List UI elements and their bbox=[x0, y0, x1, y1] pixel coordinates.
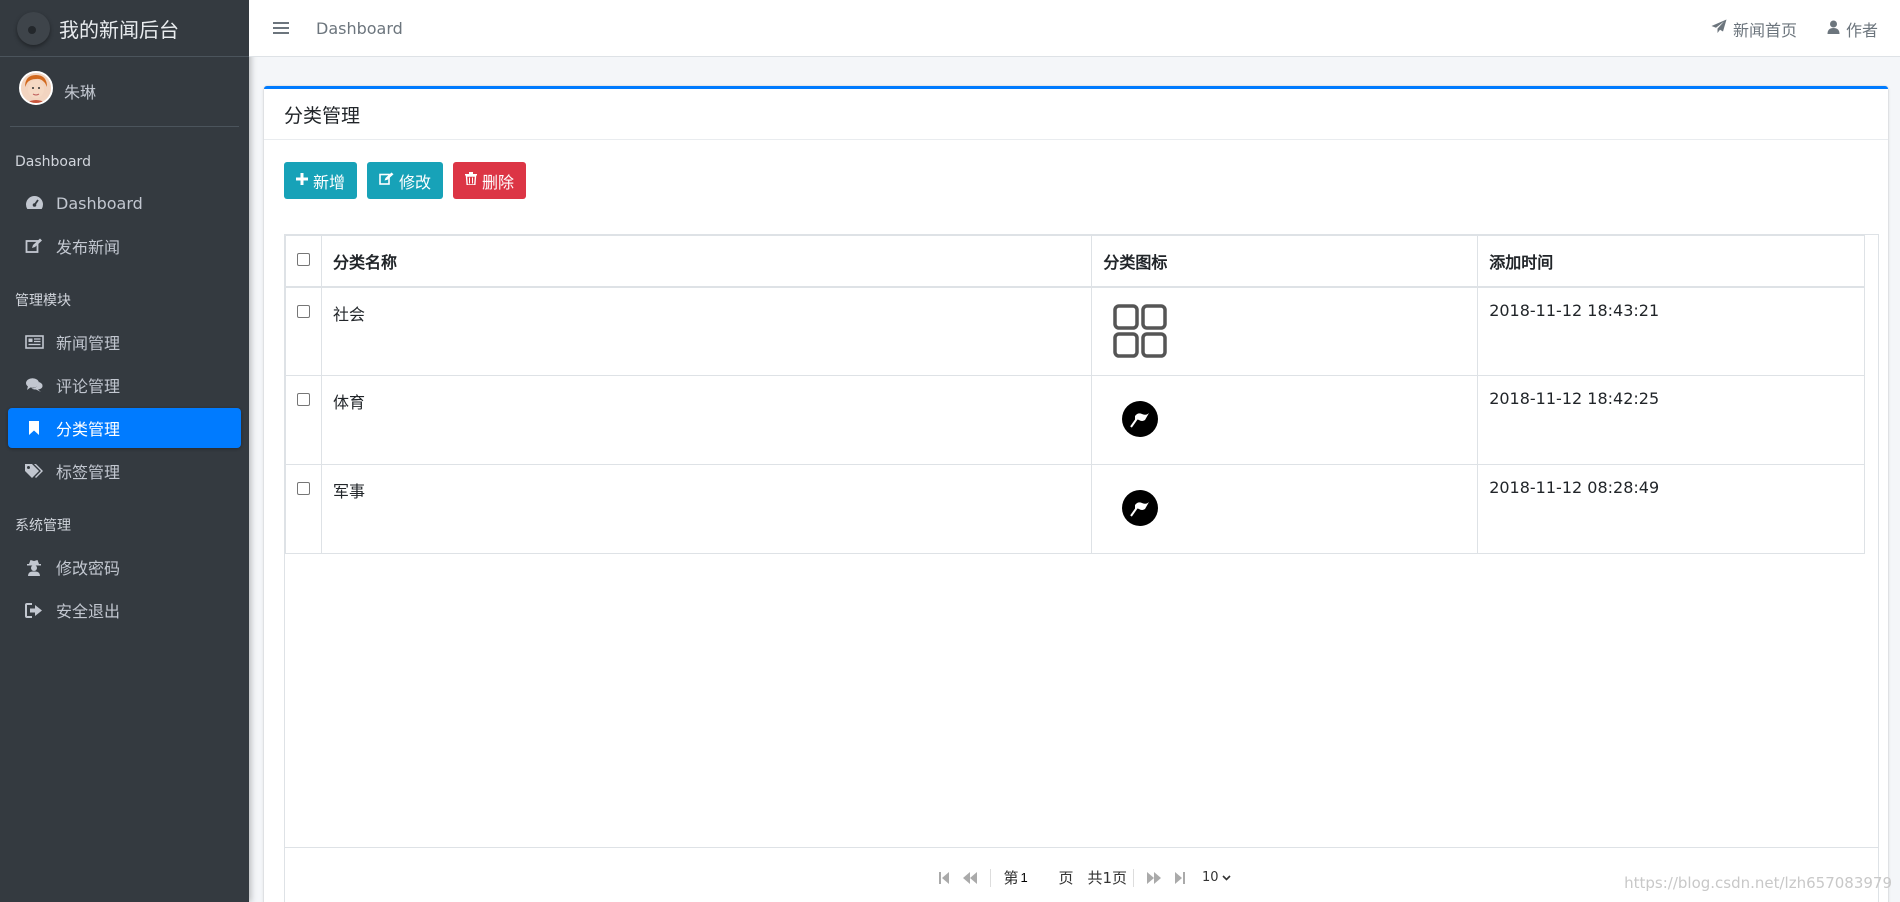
trash-icon bbox=[465, 171, 478, 190]
category-card: 分类管理 新增 修改 删除 分类名称 分类图标 添加时间 社会 2018-11-… bbox=[264, 86, 1888, 902]
sidebar-item-label: Dashboard bbox=[56, 193, 143, 213]
grid-icon bbox=[1112, 303, 1168, 363]
user-icon bbox=[1827, 19, 1840, 38]
sidebar-item-logout[interactable]: 安全退出 bbox=[8, 590, 241, 630]
row-select-cell bbox=[285, 286, 322, 376]
category-table: 分类名称 分类图标 添加时间 社会 2018-11-12 18:43:21 体育… bbox=[285, 235, 1865, 554]
author-label: 作者 bbox=[1845, 20, 1878, 40]
nav-header-system: 系统管理 bbox=[15, 518, 71, 534]
delete-button[interactable]: 删除 bbox=[453, 162, 527, 199]
next-page-icon[interactable] bbox=[1146, 871, 1162, 885]
row-checkbox[interactable] bbox=[296, 393, 310, 406]
topbar: Dashboard 新闻首页 作者 bbox=[249, 0, 1900, 57]
page-total: 共1页 bbox=[1087, 869, 1128, 887]
column-header-icon[interactable]: 分类图标 bbox=[1091, 235, 1479, 288]
prev-page-icon[interactable] bbox=[962, 871, 978, 885]
table-row[interactable]: 军事 2018-11-12 08:28:49 bbox=[285, 464, 1865, 554]
watermark: https://blog.csdn.net/lzh657083979 bbox=[1624, 874, 1892, 892]
page-number-input[interactable] bbox=[1018, 870, 1053, 885]
category-icon-cell bbox=[1091, 286, 1479, 376]
page-suffix: 页 bbox=[1058, 869, 1074, 887]
nav-header-dashboard: Dashboard bbox=[15, 154, 91, 170]
flag-icon bbox=[1122, 401, 1159, 437]
category-icon-cell bbox=[1091, 375, 1479, 465]
sidebar-item-label: 标签管理 bbox=[56, 463, 121, 482]
select-all-checkbox[interactable] bbox=[296, 253, 310, 267]
user-secret-icon bbox=[24, 559, 44, 576]
sidebar-item-category-management[interactable]: 分类管理 bbox=[8, 408, 241, 448]
row-select-cell bbox=[285, 375, 322, 465]
flag-icon bbox=[1122, 490, 1159, 526]
category-icon-cell bbox=[1091, 464, 1479, 554]
table-row[interactable]: 体育 2018-11-12 18:42:25 bbox=[285, 375, 1865, 465]
nav-header-modules: 管理模块 bbox=[15, 293, 71, 309]
sidebar-item-label: 发布新闻 bbox=[56, 238, 121, 257]
sidebar-item-label: 安全退出 bbox=[56, 602, 121, 621]
row-select-cell bbox=[285, 464, 322, 554]
plus-icon bbox=[296, 172, 308, 190]
tags-icon bbox=[24, 463, 44, 479]
hamburger-menu-icon[interactable] bbox=[273, 16, 289, 40]
added-time-cell: 2018-11-12 18:42:25 bbox=[1477, 375, 1865, 465]
add-button[interactable]: 新增 bbox=[284, 162, 358, 199]
card-title: 分类管理 bbox=[264, 89, 1888, 140]
toolbar: 新增 修改 删除 bbox=[284, 162, 527, 199]
newspaper-icon bbox=[24, 335, 44, 349]
bookmark-icon bbox=[24, 420, 44, 436]
sidebar-item-label: 修改密码 bbox=[56, 559, 121, 578]
author-link[interactable]: 作者 bbox=[1827, 17, 1878, 41]
page-prefix: 第 bbox=[1003, 869, 1019, 887]
add-button-label: 新增 bbox=[313, 174, 346, 192]
column-header-name[interactable]: 分类名称 bbox=[320, 235, 1093, 288]
sidebar-item-change-password[interactable]: 修改密码 bbox=[8, 547, 241, 587]
brand[interactable]: 我的新闻后台 bbox=[0, 0, 249, 57]
category-name-cell: 军事 bbox=[320, 464, 1093, 554]
brand-logo bbox=[17, 11, 50, 45]
page-size-value: 10 bbox=[1202, 870, 1219, 885]
tachometer-icon bbox=[24, 195, 44, 211]
avatar bbox=[19, 71, 53, 105]
news-home-link[interactable]: 新闻首页 bbox=[1711, 17, 1797, 41]
brand-title: 我的新闻后台 bbox=[59, 17, 179, 42]
sign-out-icon bbox=[24, 602, 44, 618]
breadcrumb[interactable]: Dashboard bbox=[316, 19, 403, 38]
category-name-cell: 体育 bbox=[320, 375, 1093, 465]
column-header-time[interactable]: 添加时间 bbox=[1477, 235, 1865, 288]
sidebar-item-dashboard[interactable]: Dashboard bbox=[8, 183, 241, 223]
row-checkbox[interactable] bbox=[296, 304, 310, 318]
edit-button[interactable]: 修改 bbox=[367, 162, 444, 199]
delete-button-label: 删除 bbox=[482, 174, 515, 192]
user-name: 朱琳 bbox=[64, 83, 97, 102]
user-panel[interactable]: 朱琳 bbox=[10, 71, 239, 127]
sidebar-item-label: 新闻管理 bbox=[56, 334, 121, 353]
last-page-icon[interactable] bbox=[1174, 871, 1186, 885]
edit-icon bbox=[24, 238, 44, 254]
table-header-row: 分类名称 分类图标 添加时间 bbox=[285, 235, 1865, 288]
topbar-links: 新闻首页 作者 bbox=[1711, 0, 1878, 57]
select-all-header bbox=[285, 235, 322, 288]
sidebar-item-news-management[interactable]: 新闻管理 bbox=[8, 322, 241, 362]
sidebar-item-label: 分类管理 bbox=[56, 420, 121, 439]
sidebar: 我的新闻后台 朱琳 Dashboard Dashboard 发布新闻 管理模块 … bbox=[0, 0, 249, 902]
first-page-icon[interactable] bbox=[938, 871, 950, 885]
sidebar-item-label: 评论管理 bbox=[56, 377, 121, 396]
sidebar-item-comments-management[interactable]: 评论管理 bbox=[8, 365, 241, 405]
category-table-container: 分类名称 分类图标 添加时间 社会 2018-11-12 18:43:21 体育… bbox=[284, 234, 1879, 902]
edit-button-label: 修改 bbox=[399, 174, 432, 192]
page-size-select[interactable]: 10 bbox=[1202, 870, 1231, 885]
chevron-down-icon bbox=[1221, 870, 1231, 885]
pager-separator bbox=[1133, 868, 1135, 887]
news-home-label: 新闻首页 bbox=[1732, 20, 1797, 40]
comments-icon bbox=[24, 377, 44, 393]
sidebar-item-publish-news[interactable]: 发布新闻 bbox=[8, 226, 241, 266]
pager-separator bbox=[990, 868, 992, 887]
added-time-cell: 2018-11-12 18:43:21 bbox=[1477, 286, 1865, 376]
row-checkbox[interactable] bbox=[296, 482, 310, 495]
category-name-cell: 社会 bbox=[320, 286, 1093, 376]
paper-plane-icon bbox=[1711, 19, 1727, 38]
sidebar-item-tags-management[interactable]: 标签管理 bbox=[8, 451, 241, 491]
edit-icon bbox=[379, 172, 394, 190]
table-row[interactable]: 社会 2018-11-12 18:43:21 bbox=[285, 286, 1865, 376]
added-time-cell: 2018-11-12 08:28:49 bbox=[1477, 464, 1865, 554]
